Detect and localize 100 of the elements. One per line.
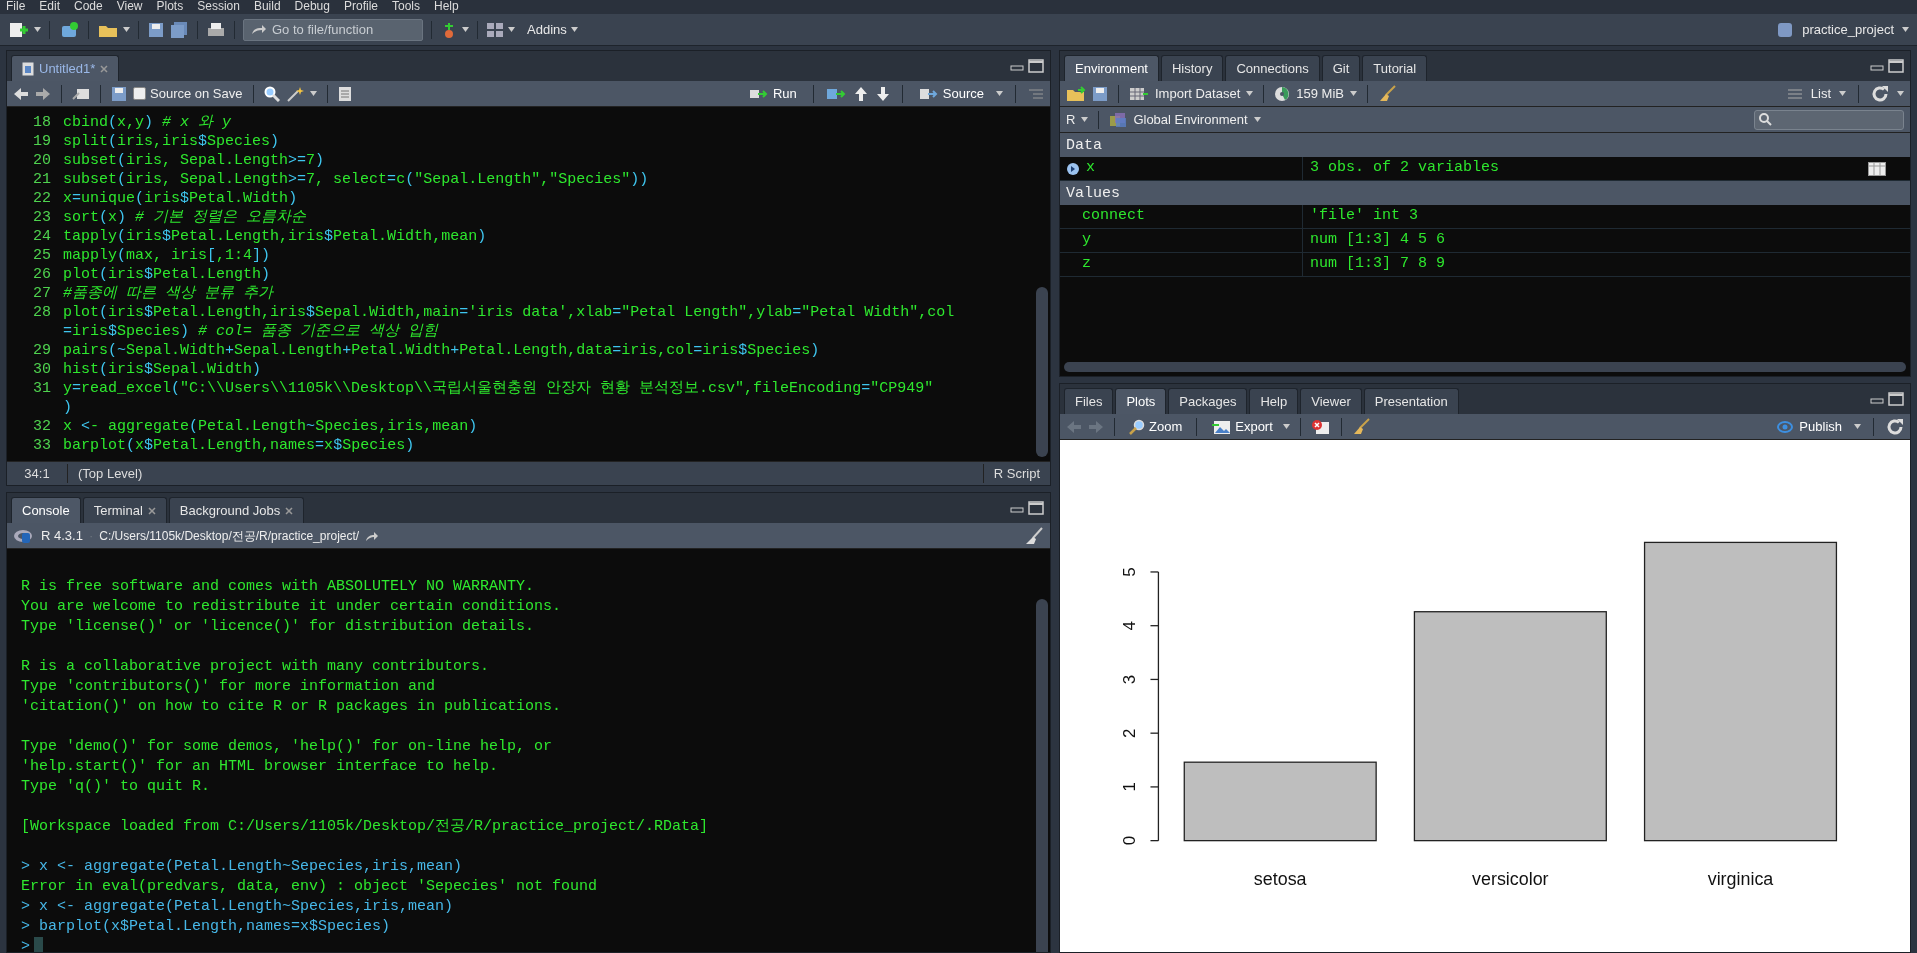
import-dataset-menu[interactable]: Import Dataset bbox=[1155, 83, 1241, 104]
refresh-icon[interactable] bbox=[1871, 84, 1889, 103]
expand-icon[interactable] bbox=[1066, 161, 1080, 176]
scrollbar[interactable] bbox=[1036, 599, 1048, 952]
save-icon[interactable] bbox=[1092, 85, 1108, 102]
variable-name[interactable]: y bbox=[1082, 229, 1091, 252]
back-arrow-icon[interactable] bbox=[13, 86, 29, 101]
menu-item[interactable]: Edit bbox=[39, 0, 61, 13]
memory-usage-menu[interactable]: 159 MiB bbox=[1296, 83, 1344, 104]
run-button[interactable]: Run bbox=[744, 83, 801, 104]
memory-pie-icon[interactable] bbox=[1274, 85, 1291, 102]
caret-icon[interactable] bbox=[996, 91, 1003, 96]
caret-icon[interactable] bbox=[1854, 424, 1861, 429]
caret-icon[interactable] bbox=[1282, 424, 1290, 429]
variable-name[interactable]: x bbox=[1086, 157, 1095, 180]
tab[interactable]: Connections bbox=[1225, 55, 1320, 81]
menu-item[interactable]: Help bbox=[434, 0, 459, 13]
tab[interactable]: Background Jobs bbox=[168, 497, 305, 523]
caret-icon[interactable] bbox=[570, 27, 578, 32]
close-icon[interactable] bbox=[285, 506, 294, 515]
search-icon[interactable] bbox=[263, 85, 280, 102]
maximize-icon[interactable] bbox=[1888, 59, 1904, 73]
close-icon[interactable] bbox=[100, 64, 109, 73]
caret-icon[interactable] bbox=[1349, 91, 1357, 96]
language-menu[interactable]: R bbox=[1066, 109, 1076, 130]
caret-icon[interactable] bbox=[34, 27, 41, 32]
tab[interactable]: Packages bbox=[1168, 388, 1248, 414]
tab[interactable]: Git bbox=[1321, 55, 1361, 81]
maximize-icon[interactable] bbox=[1888, 392, 1904, 406]
show-in-window-icon[interactable] bbox=[72, 86, 90, 101]
tab[interactable]: Viewer bbox=[1300, 388, 1362, 414]
caret-icon[interactable] bbox=[462, 27, 469, 32]
save-all-icon[interactable] bbox=[169, 20, 189, 39]
menu-item[interactable]: File bbox=[6, 0, 26, 13]
open-folder-icon[interactable] bbox=[1066, 85, 1086, 102]
menu-item[interactable]: Plots bbox=[156, 0, 184, 13]
source-button[interactable]: Source bbox=[914, 83, 988, 104]
save-icon[interactable] bbox=[147, 20, 165, 39]
tab[interactable]: Console bbox=[11, 497, 81, 523]
document-icon[interactable] bbox=[337, 85, 352, 102]
tab[interactable]: Environment bbox=[1064, 55, 1159, 81]
addins-menu[interactable]: Addins bbox=[527, 19, 567, 40]
caret-icon[interactable] bbox=[1246, 91, 1254, 96]
caret-icon[interactable] bbox=[1253, 117, 1261, 122]
tab[interactable]: Tutorial bbox=[1362, 55, 1428, 81]
down-arrow-icon[interactable] bbox=[875, 85, 890, 102]
scrollbar[interactable] bbox=[1064, 362, 1906, 372]
grid-icon[interactable] bbox=[486, 21, 504, 38]
menu-item[interactable]: Code bbox=[74, 0, 103, 13]
export-button[interactable]: Export bbox=[1207, 416, 1277, 437]
new-file-icon[interactable] bbox=[8, 20, 30, 39]
caret-icon[interactable] bbox=[1081, 117, 1089, 122]
remove-plot-icon[interactable] bbox=[1310, 418, 1331, 435]
caret-icon[interactable] bbox=[1902, 27, 1909, 32]
menu-item[interactable]: View bbox=[116, 0, 143, 13]
maximize-icon[interactable] bbox=[1028, 59, 1044, 73]
tab[interactable]: Help bbox=[1249, 388, 1299, 414]
maximize-icon[interactable] bbox=[1028, 501, 1044, 515]
tab[interactable]: History bbox=[1161, 55, 1224, 81]
up-arrow-icon[interactable] bbox=[853, 85, 868, 102]
scope-menu[interactable]: (Top Level) bbox=[67, 463, 153, 484]
save-icon[interactable] bbox=[111, 85, 127, 102]
caret-icon[interactable] bbox=[1897, 91, 1904, 96]
magic-wand-icon[interactable] bbox=[285, 85, 304, 102]
working-directory-path[interactable]: C:/Users/1105k/Desktop/전공/R/practice_project/ bbox=[99, 526, 360, 545]
variable-name[interactable]: z bbox=[1082, 253, 1091, 276]
refresh-icon[interactable] bbox=[1886, 417, 1904, 436]
broom-icon[interactable] bbox=[1351, 417, 1370, 436]
tab[interactable]: Presentation bbox=[1363, 388, 1459, 414]
tab[interactable]: Files bbox=[1064, 388, 1114, 414]
menu-item[interactable]: Build bbox=[253, 0, 281, 13]
environment-scope-menu[interactable]: Global Environment bbox=[1133, 109, 1248, 130]
rerun-icon[interactable] bbox=[825, 86, 846, 101]
print-icon[interactable] bbox=[206, 20, 226, 39]
menu-item[interactable]: Tools bbox=[392, 0, 420, 13]
tab[interactable]: Terminal bbox=[82, 497, 167, 523]
caret-icon[interactable] bbox=[309, 91, 317, 96]
checkbox[interactable] bbox=[133, 87, 146, 100]
project-menu[interactable]: practice_project bbox=[1802, 19, 1894, 40]
menu-item[interactable]: Session bbox=[197, 0, 240, 13]
zoom-button[interactable]: Zoom bbox=[1125, 416, 1187, 437]
caret-icon[interactable] bbox=[508, 27, 515, 32]
tab[interactable]: Plots bbox=[1115, 388, 1167, 414]
view-mode-menu[interactable]: List bbox=[1810, 83, 1831, 104]
table-view-icon[interactable] bbox=[1868, 161, 1886, 176]
publish-button[interactable]: Publish bbox=[1771, 416, 1846, 437]
menu-item[interactable]: Debug bbox=[294, 0, 330, 13]
forward-arrow-icon[interactable] bbox=[35, 86, 51, 101]
table-icon[interactable] bbox=[1129, 86, 1149, 101]
file-type-menu[interactable]: R Script bbox=[982, 463, 1050, 484]
go-to-directory-icon[interactable] bbox=[365, 529, 380, 542]
caret-icon[interactable] bbox=[123, 27, 130, 32]
scrollbar[interactable] bbox=[1036, 287, 1048, 457]
caret-icon[interactable] bbox=[1839, 91, 1846, 96]
menu-item[interactable]: Profile bbox=[343, 0, 378, 13]
variable-name[interactable]: connect bbox=[1082, 205, 1145, 228]
search-field[interactable] bbox=[1754, 109, 1904, 130]
broom-icon[interactable] bbox=[1377, 84, 1396, 103]
tab[interactable]: Untitled1* bbox=[11, 55, 120, 81]
go-to-file-field[interactable]: Go to file/function bbox=[243, 18, 423, 41]
